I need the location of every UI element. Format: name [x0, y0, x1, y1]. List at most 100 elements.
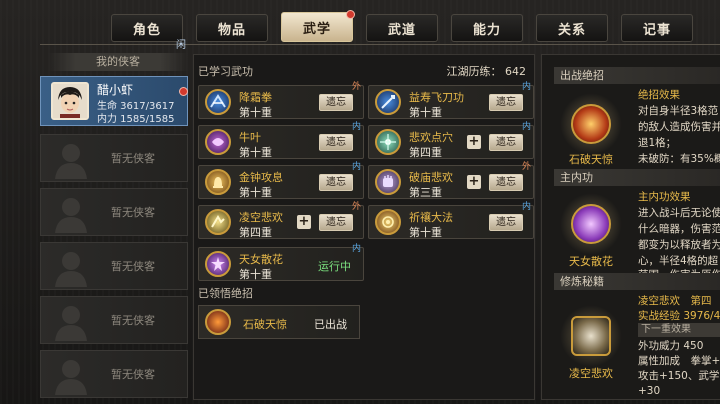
- empty-silhouette-icon: [55, 144, 87, 179]
- flying-knife-icon: [375, 89, 401, 115]
- effect-text: 的敌人造成伤害并: [638, 121, 720, 133]
- scattered-flowers-icon: [205, 251, 231, 277]
- manual-stat: +30: [638, 385, 661, 397]
- ultimate-title: 已领悟绝招: [198, 287, 253, 300]
- inner-effect-text: 都变为以释放者为: [638, 239, 720, 251]
- stone-break-icon[interactable]: [571, 104, 611, 144]
- prayer-art-icon: [375, 209, 401, 235]
- next-level-bar: 下一重效果: [638, 323, 720, 337]
- forget-button[interactable]: 遗忘: [489, 94, 523, 111]
- empty-slot-label: 暂无侠客: [111, 260, 155, 273]
- my-heroes-header: 我的侠客: [48, 53, 188, 71]
- forget-button[interactable]: 遗忘: [319, 214, 353, 231]
- empty-hero-slot[interactable]: 暂无侠客: [40, 134, 188, 182]
- tab-martial-way[interactable]: 武道: [366, 14, 438, 42]
- skill-name: 益寿飞刀功: [409, 91, 464, 104]
- running-status: 运行中: [318, 260, 351, 273]
- skill-card[interactable]: 悲欢点穴 第四重 + 遗忘 内: [368, 122, 534, 159]
- skill-card[interactable]: 破庙悲欢 第三重 + 遗忘 外: [368, 162, 534, 199]
- forget-button[interactable]: 遗忘: [489, 134, 523, 151]
- battle-ultimate-header: 出战绝招: [554, 67, 720, 84]
- hero-mp: 内力 1585/1585: [97, 114, 175, 125]
- internal-tag: 内: [521, 202, 531, 212]
- temple-fist-icon: [375, 169, 401, 195]
- level-up-plus-icon[interactable]: +: [467, 175, 481, 189]
- jianghu-exp: 江湖历练： 642: [446, 65, 527, 78]
- skill-level: 第十重: [239, 268, 272, 281]
- ultimate-card[interactable]: 石破天惊 已出战: [198, 305, 360, 339]
- internal-tag: 内: [351, 244, 361, 254]
- skill-card[interactable]: 金钟攻息 第十重 遗忘 内: [198, 162, 364, 199]
- skill-card[interactable]: 牛叶 第十重 遗忘 内: [198, 122, 364, 159]
- manual-title-line: 凌空悲欢 第四: [638, 295, 712, 307]
- skill-card[interactable]: 祈禳大法 第十重 遗忘 内: [368, 202, 534, 239]
- empty-hero-slot[interactable]: 暂无侠客: [40, 242, 188, 290]
- tab-journal[interactable]: 记事: [621, 14, 693, 42]
- stone-break-icon: [205, 309, 231, 335]
- manual-exp-line: 实战经验 3976/40: [638, 310, 720, 322]
- internal-tag: 内: [351, 162, 361, 172]
- tab-bar: 角色 物品 武学 武道 能力 关系 记事: [0, 0, 720, 44]
- empty-hero-slot[interactable]: 暂无侠客: [40, 188, 188, 236]
- forget-button[interactable]: 遗忘: [319, 174, 353, 191]
- tab-items[interactable]: 物品: [196, 14, 268, 42]
- detail-panel: 出战绝招 石破天惊 绝招效果 对自身半径3格范 的敌人造成伤害并 退1格； 未破…: [541, 54, 720, 400]
- cultivate-manual-name: 凌空悲欢: [569, 367, 613, 380]
- skill-level: 第四重: [409, 146, 442, 159]
- empty-slot-label: 暂无侠客: [111, 152, 155, 165]
- forget-button[interactable]: 遗忘: [319, 94, 353, 111]
- level-up-plus-icon[interactable]: +: [467, 135, 481, 149]
- effect-text: 退1格；: [638, 137, 677, 149]
- skill-name: 祈禳大法: [409, 211, 453, 224]
- skill-name: 天女散花: [239, 253, 283, 266]
- effect-text: 未破防：有35%概: [638, 153, 720, 163]
- skill-name: 悲欢点穴: [409, 131, 453, 144]
- empty-silhouette-icon: [55, 252, 87, 287]
- hero-card-selected[interactable]: 醋小虾 生命 3617/3617 内力 1585/1585: [40, 76, 188, 126]
- golden-bell-icon: [205, 169, 231, 195]
- learned-skills-panel: 已学习武功 江湖历练： 642 降霜拳 第十重 遗忘 外 益寿飞刀功 第十重 遗…: [193, 54, 535, 400]
- skill-name: 破庙悲欢: [409, 171, 453, 184]
- manual-book-icon[interactable]: [571, 316, 611, 356]
- skill-level: 第十重: [239, 106, 272, 119]
- manual-stat: 外功威力 450: [638, 340, 704, 352]
- inner-effect-heading: 主内功效果: [638, 191, 691, 203]
- frost-fist-icon: [205, 89, 231, 115]
- scattered-flowers-icon[interactable]: [571, 204, 611, 244]
- skill-card[interactable]: 天女散花 第十重 运行中 内: [198, 244, 364, 281]
- internal-tag: 内: [521, 82, 531, 92]
- sky-kick-icon: [205, 209, 231, 235]
- external-tag: 外: [351, 202, 361, 212]
- skill-level: 第十重: [239, 186, 272, 199]
- empty-silhouette-icon: [55, 306, 87, 341]
- internal-tag: 内: [521, 122, 531, 132]
- empty-hero-slot[interactable]: 暂无侠客: [40, 350, 188, 398]
- cultivate-manual-header: 修炼秘籍: [554, 273, 720, 290]
- forget-button[interactable]: 遗忘: [489, 174, 523, 191]
- skill-level: 第十重: [239, 146, 272, 159]
- empty-slot-label: 暂无侠客: [111, 206, 155, 219]
- main-inner-art-name: 天女散花: [569, 255, 613, 268]
- tab-relations[interactable]: 关系: [536, 14, 608, 42]
- tab-character[interactable]: 角色: [111, 14, 183, 42]
- forget-button[interactable]: 遗忘: [489, 214, 523, 231]
- inner-effect-text: 进入战斗后无论使: [638, 207, 720, 219]
- skill-card[interactable]: 益寿飞刀功 第十重 遗忘 内: [368, 82, 534, 119]
- forget-button[interactable]: 遗忘: [319, 134, 353, 151]
- empty-slot-label: 暂无侠客: [111, 368, 155, 381]
- tab-abilities[interactable]: 能力: [451, 14, 523, 42]
- empty-hero-slot[interactable]: 暂无侠客: [40, 296, 188, 344]
- alert-badge-icon: [179, 87, 188, 96]
- ultimate-status: 已出战: [314, 318, 347, 331]
- level-up-plus-icon[interactable]: +: [297, 215, 311, 229]
- skill-card[interactable]: 凌空悲欢 第四重 + 遗忘 外: [198, 202, 364, 239]
- skill-name: 牛叶: [239, 131, 261, 144]
- battle-ultimate-name: 石破天惊: [569, 153, 613, 166]
- skill-level: 第四重: [239, 226, 272, 239]
- tab-martial-arts[interactable]: 武学: [281, 10, 355, 42]
- learned-skills-title: 已学习武功: [198, 65, 253, 78]
- tab-martial-arts-label: 武学: [302, 21, 331, 37]
- main-inner-art-header: 主内功: [554, 169, 720, 186]
- skill-name: 凌空悲欢: [239, 211, 283, 224]
- skill-card[interactable]: 降霜拳 第十重 遗忘 外: [198, 82, 364, 119]
